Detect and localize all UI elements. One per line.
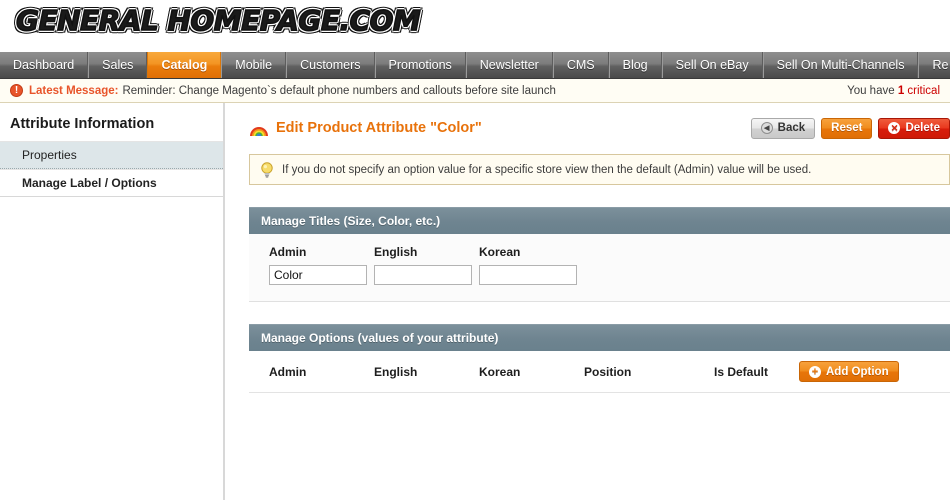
plus-circle-icon: + xyxy=(809,365,821,378)
lightbulb-icon xyxy=(261,161,273,178)
add-option-label: Add Option xyxy=(826,365,889,378)
nav-item-newsletter[interactable]: Newsletter xyxy=(465,52,553,78)
button-label: Back xyxy=(777,122,806,134)
nav-item-dashboard[interactable]: Dashboard xyxy=(0,52,89,78)
manage-titles-body: Admin English Korean xyxy=(249,234,950,302)
logo-bar: General Homepage.com xyxy=(0,0,950,52)
back-button[interactable]: ◀ Back xyxy=(750,117,816,139)
critical-notice[interactable]: You have 1 critical xyxy=(847,85,942,97)
button-label: Reset xyxy=(831,122,863,134)
nav-item-promotions[interactable]: Promotions xyxy=(374,52,466,78)
manage-titles-grid: Admin English Korean xyxy=(269,245,950,285)
option-column-header-admin: Admin xyxy=(269,364,307,379)
nav-item-sell-on-ebay[interactable]: Sell On eBay xyxy=(661,52,763,78)
option-column-header-korean: Korean xyxy=(479,364,521,379)
notice-box: If you do not specify an option value fo… xyxy=(249,154,950,185)
sidebar-title: Attribute Information xyxy=(10,116,155,132)
option-column-header-english: English xyxy=(374,364,418,379)
title-column-english: English xyxy=(374,245,479,285)
add-option-button[interactable]: + Add Option xyxy=(799,361,899,382)
main-navigation: Dashboard Sales Catalog Mobile Customers Prom… xyxy=(0,52,950,79)
title-input-english[interactable] xyxy=(374,265,472,285)
rainbow-icon xyxy=(250,127,268,136)
nav-item-cms[interactable]: CMS xyxy=(552,52,609,78)
option-column-header-is-default: Is Default xyxy=(714,364,769,379)
manage-options-heading: Manage Options (values of your attribute… xyxy=(249,324,950,351)
nav-item-sell-on-multi-channels[interactable]: Sell On Multi-Channels xyxy=(762,52,919,78)
button-label: Delete xyxy=(905,122,940,134)
header-buttons: ◀ Back Reset ✕ Delete xyxy=(750,117,950,139)
sidebar-item-properties[interactable]: Properties xyxy=(0,141,223,169)
nav-item-catalog[interactable]: Catalog xyxy=(147,52,222,78)
manage-options-body: Admin English Korean Position Is Default + Add… xyxy=(249,351,950,393)
latest-message-bar: ! Latest Message: Reminder: Change Magen… xyxy=(0,79,950,103)
page-body: Attribute Information Properties Manage L… xyxy=(0,103,950,500)
page-title: Edit Product Attribute "Color" xyxy=(276,120,482,136)
title-column-admin: Admin xyxy=(269,245,374,285)
manage-titles-fieldset: Manage Titles (Size, Color, etc.) Admin E… xyxy=(249,207,950,302)
title-label-admin: Admin xyxy=(269,245,307,259)
content-header: Edit Product Attribute "Color" ◀ Back Rese… xyxy=(249,115,950,141)
content-area: Edit Product Attribute "Color" ◀ Back Rese… xyxy=(225,103,950,500)
notice-text: If you do not specify an option value fo… xyxy=(282,163,812,176)
sidebar-item-manage-label-options[interactable]: Manage Label / Options xyxy=(0,169,223,197)
critical-prefix: You have xyxy=(847,84,898,97)
manage-options-header-row: Admin English Korean Position Is Default + Add… xyxy=(269,361,950,392)
critical-suffix: critical xyxy=(904,84,940,97)
close-circle-icon: ✕ xyxy=(888,122,901,134)
option-column-header-position: Position xyxy=(584,364,632,379)
title-label-english: English xyxy=(374,245,418,259)
site-logo[interactable]: General Homepage.com xyxy=(15,3,421,38)
nav-item-customers[interactable]: Customers xyxy=(286,52,375,78)
title-column-korean: Korean xyxy=(479,245,584,285)
manage-options-fieldset: Manage Options (values of your attribute… xyxy=(249,324,950,393)
title-input-korean[interactable] xyxy=(479,265,577,285)
reset-button[interactable]: Reset xyxy=(821,117,873,139)
sidebar: Attribute Information Properties Manage L… xyxy=(0,103,225,500)
alert-circle-icon: ! xyxy=(10,84,23,97)
nav-item-re[interactable]: Re xyxy=(918,52,950,78)
nav-item-blog[interactable]: Blog xyxy=(608,52,662,78)
latest-message-text: Reminder: Change Magento`s default phone… xyxy=(122,84,556,97)
title-label-korean: Korean xyxy=(479,245,521,259)
manage-titles-heading: Manage Titles (Size, Color, etc.) xyxy=(249,207,950,234)
nav-item-sales[interactable]: Sales xyxy=(88,52,148,78)
latest-message-label: Latest Message: xyxy=(29,84,119,97)
back-arrow-circle-icon: ◀ xyxy=(760,122,773,134)
title-input-admin[interactable] xyxy=(269,265,367,285)
nav-item-mobile[interactable]: Mobile xyxy=(221,52,287,78)
delete-button[interactable]: ✕ Delete xyxy=(878,117,950,139)
